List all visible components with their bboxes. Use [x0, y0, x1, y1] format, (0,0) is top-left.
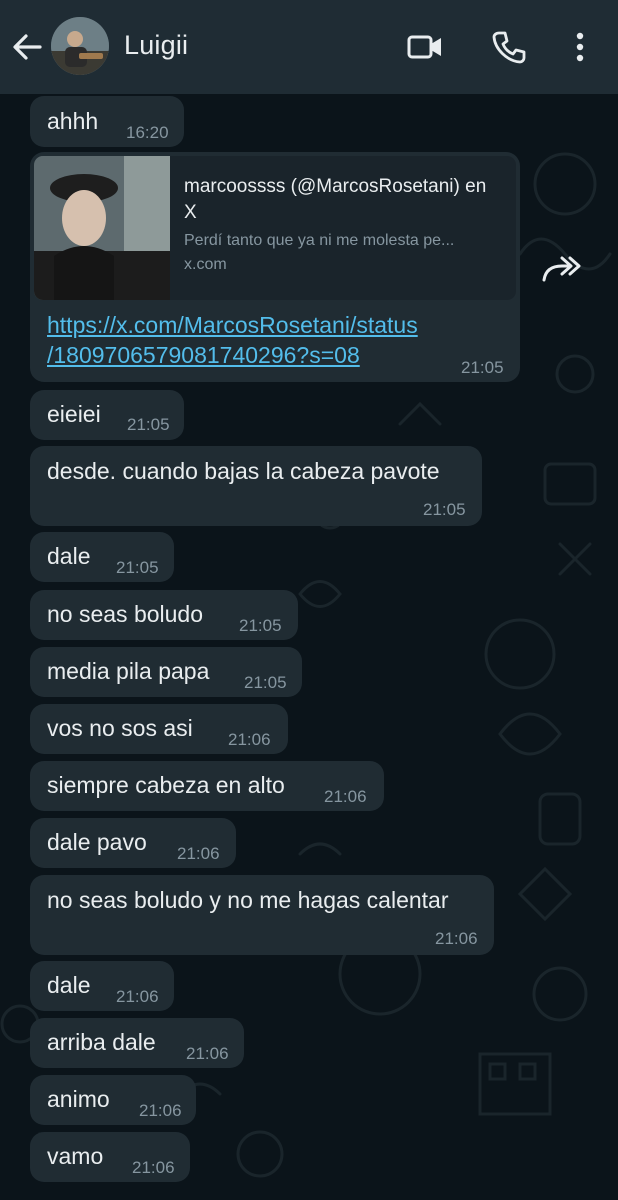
message-bubble[interactable]: eieiei 21:05: [30, 390, 184, 440]
message-text: no seas boludo: [47, 601, 204, 627]
message-time: 21:06: [177, 844, 220, 863]
message-time: 21:06: [132, 1158, 175, 1177]
link-preview-card[interactable]: marcoossss (@MarcosRosetani) en X Perdí …: [34, 156, 516, 300]
message-bubble[interactable]: dale pavo 21:06: [30, 818, 236, 868]
message-text: ahhh: [47, 108, 99, 134]
message-text: dale: [47, 543, 91, 569]
link-message-bubble[interactable]: marcoossss (@MarcosRosetani) en X Perdí …: [30, 152, 520, 382]
message-time: 21:05: [461, 358, 504, 377]
back-arrow-icon[interactable]: [10, 30, 44, 64]
message-text: siempre cabeza en alto: [47, 772, 285, 798]
link-url-line: /1809706579081740296?s=08: [47, 342, 360, 368]
message-bubble[interactable]: dale 21:05: [30, 532, 174, 582]
message-bubble[interactable]: arriba dale 21:06: [30, 1018, 244, 1068]
message-bubble[interactable]: desde. cuando bajas la cabeza pavote 21:…: [30, 446, 482, 526]
message-text: no seas boludo y no me hagas calentar: [47, 887, 449, 913]
message-text: vamo: [47, 1143, 104, 1169]
chat-area[interactable]: ahhh 16:20 marcoossss (@MarcosRosetani) …: [0, 94, 618, 1200]
message-text: dale pavo: [47, 829, 147, 855]
message-text: vos no sos asi: [47, 715, 193, 741]
chat-header: Luigii: [0, 0, 618, 94]
message-time: 21:05: [239, 616, 282, 635]
message-bubble[interactable]: no seas boludo 21:05: [30, 590, 298, 640]
contact-avatar[interactable]: [51, 17, 109, 75]
message-time: 21:05: [244, 673, 287, 692]
message-time: 21:06: [435, 929, 478, 948]
forward-icon[interactable]: [540, 252, 582, 286]
message-bubble[interactable]: no seas boludo y no me hagas calentar 21…: [30, 875, 494, 955]
more-vertical-icon[interactable]: [561, 28, 599, 66]
message-text: animo: [47, 1086, 110, 1112]
message-time: 21:05: [423, 500, 466, 519]
link-url-line: https://x.com/MarcosRosetani/status: [47, 312, 418, 338]
message-bubble[interactable]: dale 21:06: [30, 961, 174, 1011]
message-time: 21:06: [186, 1044, 229, 1063]
message-time: 21:06: [116, 987, 159, 1006]
link-preview-domain: x.com: [184, 256, 227, 273]
message-text: arriba dale: [47, 1029, 156, 1055]
phone-icon[interactable]: [490, 28, 528, 66]
message-text: eieiei: [47, 401, 101, 427]
message-bubble[interactable]: vamo 21:06: [30, 1132, 190, 1182]
message-time: 21:06: [139, 1101, 182, 1120]
message-time: 21:06: [324, 787, 367, 806]
message-text: desde. cuando bajas la cabeza pavote: [47, 458, 440, 484]
message-bubble[interactable]: siempre cabeza en alto 21:06: [30, 761, 384, 811]
message-bubble[interactable]: vos no sos asi 21:06: [30, 704, 288, 754]
message-time: 16:20: [126, 123, 169, 142]
video-call-icon[interactable]: [406, 28, 444, 66]
message-bubble[interactable]: animo 21:06: [30, 1075, 196, 1125]
link-preview-thumbnail: [34, 156, 170, 300]
message-time: 21:05: [127, 415, 170, 434]
contact-name[interactable]: Luigii: [124, 30, 188, 61]
link-preview-description: Perdí tanto que ya ni me molesta pe...: [184, 232, 455, 249]
message-bubble[interactable]: ahhh 16:20: [30, 96, 184, 147]
message-text: dale: [47, 972, 91, 998]
message-bubble[interactable]: media pila papa 21:05: [30, 647, 302, 697]
link-preview-title: marcoossss (@MarcosRosetani) en X: [184, 176, 487, 223]
message-time: 21:05: [116, 558, 159, 577]
message-text: media pila papa: [47, 658, 210, 684]
link-url[interactable]: https://x.com/MarcosRosetani/status /180…: [47, 310, 418, 370]
message-time: 21:06: [228, 730, 271, 749]
